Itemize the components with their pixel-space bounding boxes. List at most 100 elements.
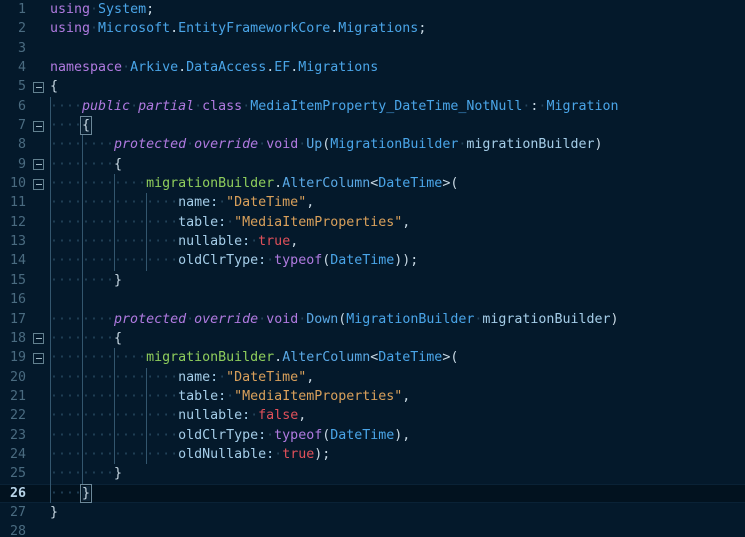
code-token: public [82, 98, 131, 114]
code-token: , [290, 234, 299, 250]
code-token: DateTime [330, 427, 395, 443]
code-line[interactable]: 26 ····} [0, 483, 745, 503]
code-token: Migrations [298, 60, 379, 76]
code-line-content: } [50, 503, 58, 522]
code-token: } [50, 504, 59, 520]
code-line[interactable]: 8 ········protected·override·void·Up(Migr… [0, 135, 745, 155]
code-token: } [114, 272, 123, 288]
code-line[interactable]: 12 ················table:·"MediaItemPrope… [0, 212, 745, 233]
code-token: ( [450, 350, 459, 366]
code-token: using [50, 2, 91, 17]
code-token: · [250, 408, 259, 424]
code-token: , [402, 214, 411, 230]
code-token: nullable: [178, 234, 251, 250]
code-line[interactable]: 11 ················name:·"DateTime", [0, 193, 745, 213]
active-line-highlight [0, 483, 745, 503]
code-line[interactable]: 4 namespace·Arkive.DataAccess.EF.Migratio… [0, 58, 745, 77]
code-token: ···· [50, 118, 83, 134]
code-token: using [50, 21, 91, 37]
code-line-content: ················nullable:·false, [50, 406, 306, 425]
code-line-content: ········} [50, 271, 122, 290]
code-line[interactable]: 15 ········} [0, 270, 745, 291]
line-number: 7 [17, 118, 26, 134]
code-token: ················ [50, 253, 179, 269]
code-token: ( [450, 176, 459, 192]
code-token: ················ [50, 234, 179, 250]
code-line[interactable]: 25 ········} [0, 464, 745, 484]
code-token: ···· [50, 485, 83, 501]
code-token: typeof [274, 253, 323, 269]
code-line[interactable]: 27} [0, 503, 745, 522]
code-token: ········ [50, 137, 115, 153]
code-line-content: { [50, 77, 58, 96]
code-line[interactable]: 14 ················oldClrType:·typeof(Dat… [0, 251, 745, 271]
code-line[interactable]: 16 [0, 290, 745, 310]
code-token: DateTime [378, 176, 443, 192]
code-line-content: ················table:·"MediaItemPropert… [50, 387, 410, 406]
code-token: true [258, 234, 291, 250]
code-token: MediaItemProperty_DateTime_NotNull [250, 98, 523, 114]
code-token: · [258, 311, 267, 327]
code-token: ···· [50, 98, 83, 114]
code-token: table: [178, 388, 227, 404]
indent-guide-line [50, 290, 51, 310]
code-line[interactable]: 9 ········{ [0, 154, 745, 175]
code-token: Up [306, 137, 323, 153]
line-number: 11 [9, 195, 26, 211]
line-number: 1 [17, 2, 26, 17]
code-lines-container[interactable]: 1 using·System; 2 using·Microsoft.EntityFra… [0, 0, 745, 537]
code-line[interactable]: 6 ····public·partial·class·MediaItemPrope… [0, 96, 745, 117]
fold-collapse-icon[interactable] [33, 178, 44, 190]
code-token: namespace [50, 60, 123, 76]
code-line[interactable]: 19 ············migrationBuilder.AlterColu… [0, 348, 745, 368]
code-line[interactable]: 17 ········protected·override·void·Down(M… [0, 309, 745, 329]
code-line[interactable]: 21 ················table:·"MediaItemPrope… [0, 386, 745, 407]
code-token: · [250, 234, 259, 250]
code-token: , [306, 195, 315, 211]
code-line-content: ················name:·"DateTime", [50, 193, 314, 212]
code-token: ········ [50, 156, 115, 172]
bracket-match-token: { [80, 116, 93, 136]
fold-collapse-icon[interactable] [33, 81, 44, 93]
code-token: ················ [50, 427, 179, 443]
code-line[interactable]: 28 [0, 522, 745, 537]
code-line[interactable]: 5{ [0, 77, 745, 96]
code-token: MigrationBuilder [346, 311, 475, 327]
code-token: ) [594, 137, 603, 153]
code-token: · [186, 311, 195, 327]
code-line[interactable]: 3 [0, 39, 745, 58]
code-line[interactable]: 24 ················oldNullable:·true); [0, 444, 745, 465]
code-line-content: ····{ [50, 116, 93, 136]
code-editor[interactable]: 1 using·System; 2 using·Microsoft.EntityFra… [0, 0, 745, 537]
code-line[interactable]: 13 ················nullable:·true, [0, 232, 745, 252]
code-token: nullable: [178, 408, 251, 424]
code-token: ········ [50, 272, 115, 288]
code-token: true [282, 446, 315, 462]
code-line[interactable]: 10 ············migrationBuilder.AlterColu… [0, 174, 745, 194]
code-line[interactable]: 20 ················name:·"DateTime", [0, 367, 745, 387]
fold-collapse-icon[interactable] [33, 159, 44, 171]
code-token: DataAccess [186, 60, 267, 76]
code-line[interactable]: 7 ····{ [0, 116, 745, 136]
code-line[interactable]: 2 using·Microsoft.EntityFrameworkCore.Mig… [0, 19, 745, 38]
code-token: · [258, 137, 267, 153]
fold-collapse-icon[interactable] [33, 333, 44, 345]
code-line[interactable]: 23 ················oldClrType:·typeof(Dat… [0, 425, 745, 445]
code-line[interactable]: 18 ········{ [0, 328, 745, 349]
code-token: · [90, 21, 99, 37]
fold-collapse-icon[interactable] [33, 120, 44, 132]
code-token: ············ [50, 350, 147, 366]
code-token: Migration [546, 98, 619, 114]
code-line[interactable]: 1 using·System; [0, 0, 745, 19]
indent-guide-line [82, 290, 84, 310]
line-number: 9 [17, 156, 26, 172]
code-token: · [90, 2, 99, 17]
fold-collapse-icon[interactable] [33, 352, 44, 364]
code-token: System [98, 2, 147, 17]
code-token: AlterColumn [282, 350, 371, 366]
code-token: ); [314, 446, 331, 462]
code-line-content: ················nullable:·true, [50, 232, 298, 251]
code-line[interactable]: 22 ················nullable:·false, [0, 406, 745, 426]
code-token: "MediaItemProperties" [234, 214, 403, 230]
line-number: 6 [17, 98, 26, 114]
